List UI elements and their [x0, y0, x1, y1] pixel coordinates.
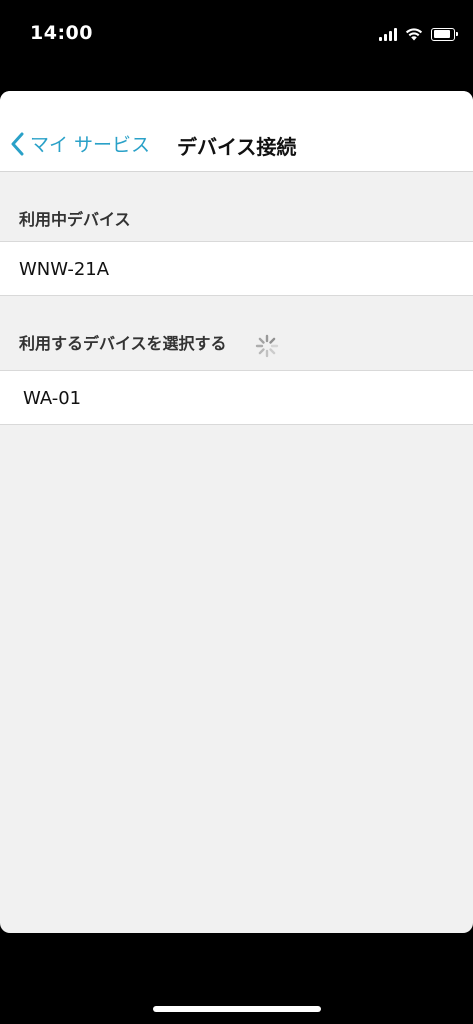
back-label: マイ サービス [30, 134, 151, 156]
loading-spinner-icon [255, 334, 279, 358]
device-list-item-name: WA-01 [23, 388, 82, 409]
spinner-spoke [269, 337, 276, 344]
section-header-label: 利用中デバイス [19, 210, 131, 229]
wifi-icon [405, 28, 423, 41]
battery-icon [431, 27, 458, 41]
status-icons [379, 26, 458, 42]
device-connection-sheet: マイ サービス デバイス接続 利用中デバイス WNW-21A 利用するデバイスを… [0, 91, 473, 933]
spinner-spoke [258, 337, 265, 344]
chevron-left-icon [11, 132, 24, 155]
signal-icon [379, 27, 397, 41]
section-header-select-device: 利用するデバイスを選択する [0, 296, 473, 366]
phone-screen: 14:00 マイ サービス デバイス接続 利用中デバイス WNW-21A 利用す… [0, 0, 473, 1024]
spinner-spoke [258, 348, 265, 355]
back-button[interactable]: マイ サービス [10, 130, 150, 157]
page-title: デバイス接続 [177, 135, 297, 159]
current-device-row[interactable]: WNW-21A [0, 241, 473, 296]
battery-level [433, 30, 450, 38]
section-header-label: 利用するデバイスを選択する [19, 334, 227, 353]
device-list-item[interactable]: WA-01 [0, 370, 473, 425]
current-device-name: WNW-21A [19, 259, 110, 280]
status-time: 14:00 [30, 22, 93, 44]
navigation-bar: マイ サービス デバイス接続 [0, 91, 473, 172]
status-bar: 14:00 [0, 0, 473, 70]
spinner-spoke [269, 348, 276, 355]
section-header-current-device: 利用中デバイス [0, 172, 473, 242]
home-indicator [153, 1006, 321, 1012]
